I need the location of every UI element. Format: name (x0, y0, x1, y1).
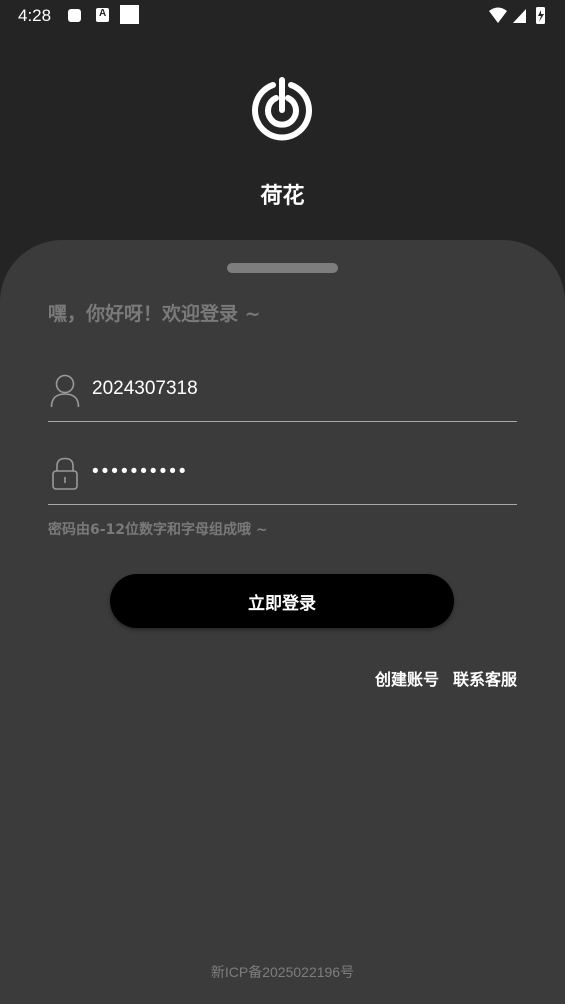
greeting-text: 嘿，你好呀！欢迎登录 ~ (48, 303, 261, 325)
status-bar: 4:28 (0, 0, 565, 32)
app-logo-icon (252, 77, 312, 141)
wifi-icon (489, 7, 507, 23)
blank-square-icon (120, 5, 139, 24)
auth-links: 创建账号 联系客服 (375, 666, 517, 690)
notification-icon (68, 9, 81, 22)
create-account-link[interactable]: 创建账号 (375, 666, 439, 690)
login-card: 嘿，你好呀！欢迎登录 ~ 密码由6-12位数字和字母组成哦 ~ 立即登录 创建账… (0, 240, 565, 1004)
password-hint: 密码由6-12位数字和字母组成哦 ~ (48, 522, 268, 538)
app-name: 荷花 (260, 184, 305, 209)
login-screen: 4:28 荷花 嘿，你好呀！欢迎登录 ~ (0, 0, 565, 1004)
password-field[interactable] (48, 451, 517, 505)
icp-license[interactable]: 新ICP备2025022196号 (0, 962, 565, 982)
login-button[interactable]: 立即登录 (110, 574, 454, 628)
signal-icon (513, 9, 526, 23)
contact-support-link[interactable]: 联系客服 (453, 666, 517, 690)
drag-handle[interactable] (227, 263, 338, 273)
password-input[interactable] (92, 461, 492, 483)
status-icons (489, 7, 545, 24)
user-icon (50, 374, 80, 408)
status-time: 4:28 (18, 6, 52, 25)
username-field[interactable] (48, 366, 517, 422)
app-a-icon (96, 8, 109, 22)
username-input[interactable] (92, 378, 492, 400)
lock-icon (52, 457, 78, 490)
